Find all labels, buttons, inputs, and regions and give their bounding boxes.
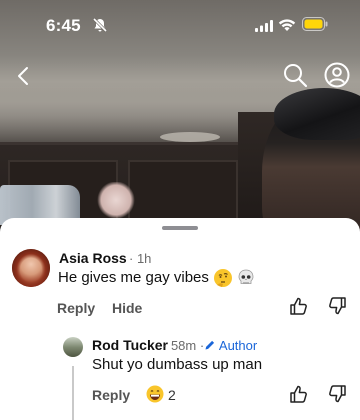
back-chevron-icon[interactable] xyxy=(12,62,36,90)
video-person-durag xyxy=(274,88,360,140)
comment-age: · 58m · xyxy=(163,338,205,353)
wifi-icon xyxy=(278,19,296,31)
comments-sheet: Asia Ross · 1h He gives me gay vibes Rep… xyxy=(0,218,360,420)
signal-icon xyxy=(255,20,273,32)
video-object xyxy=(96,182,136,218)
comment-author[interactable]: Rod Tucker xyxy=(92,337,168,353)
thread-line xyxy=(72,366,74,420)
status-bar: 6:45 xyxy=(0,0,360,50)
skull-icon xyxy=(238,269,254,284)
status-time: 6:45 xyxy=(46,16,81,35)
thumbs-up-icon[interactable] xyxy=(289,296,309,316)
author-badge: Author xyxy=(204,338,257,353)
avatar[interactable] xyxy=(12,249,50,287)
reaction-count: 2 xyxy=(168,387,176,403)
avatar[interactable] xyxy=(63,337,83,357)
thinking-face-icon xyxy=(214,269,233,287)
reply-button[interactable]: Reply xyxy=(57,300,95,316)
thumbs-down-icon[interactable] xyxy=(327,384,347,404)
thumbs-up-icon[interactable] xyxy=(289,384,309,404)
battery-icon xyxy=(302,17,328,31)
thumbs-down-icon[interactable] xyxy=(327,296,347,316)
pencil-icon xyxy=(205,340,215,350)
sheet-grabber[interactable] xyxy=(162,226,198,230)
comment-age: · 1h xyxy=(129,251,152,266)
search-icon[interactable] xyxy=(282,62,308,88)
profile-icon[interactable] xyxy=(324,62,350,88)
video-object xyxy=(160,132,220,142)
grinning-face-icon[interactable] xyxy=(146,385,164,403)
comment-text: He gives me gay vibes xyxy=(58,268,255,288)
reply-button[interactable]: Reply xyxy=(92,387,130,403)
bell-slash-icon xyxy=(92,17,108,33)
comment-text: Shut yo dumbass up man xyxy=(92,356,263,373)
comment-author[interactable]: Asia Ross xyxy=(59,250,127,266)
hide-button[interactable]: Hide xyxy=(112,300,142,316)
